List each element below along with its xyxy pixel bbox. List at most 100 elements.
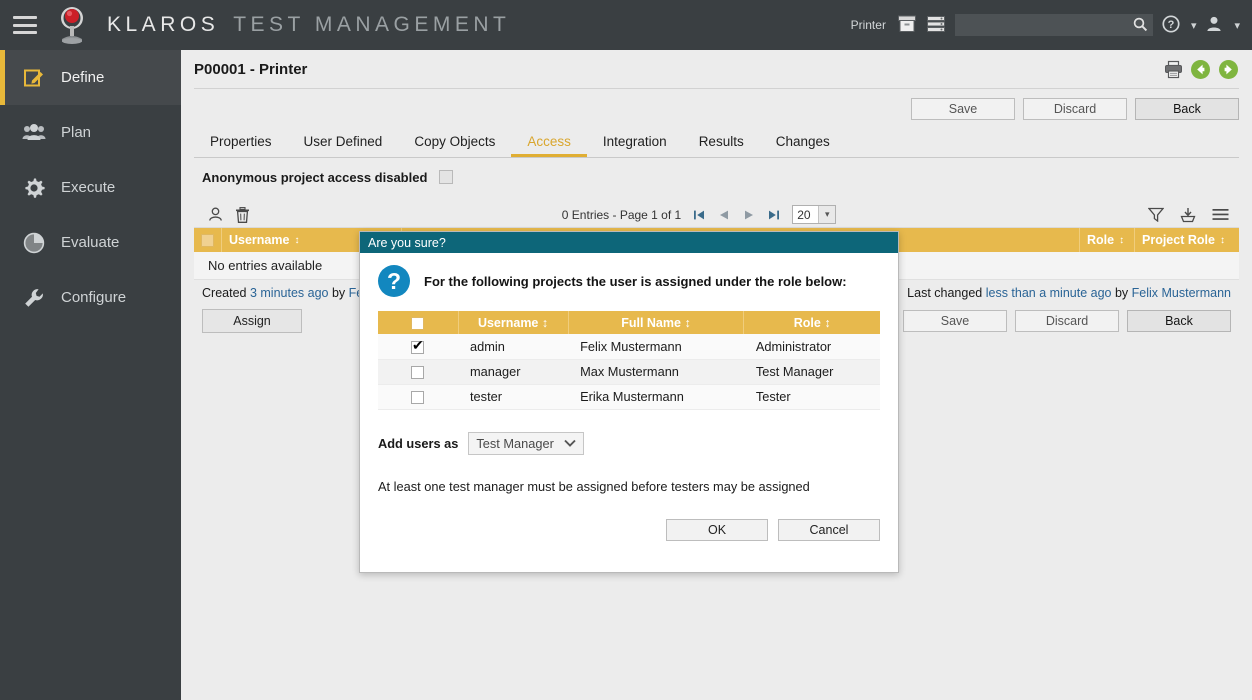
row-username: admin: [458, 334, 569, 360]
dialog-ok-button[interactable]: OK: [666, 518, 768, 541]
sidebar-item-execute[interactable]: Execute: [0, 160, 181, 215]
filter-icon[interactable]: [1148, 207, 1164, 222]
row-checkbox[interactable]: [411, 366, 424, 380]
dialog-column-full-name[interactable]: Full Name ↕: [568, 311, 745, 334]
pager-controls: [693, 209, 780, 221]
tab-copy-objects[interactable]: Copy Objects: [398, 128, 511, 157]
pencil-square-icon: [22, 66, 46, 90]
dialog-cancel-button[interactable]: Cancel: [778, 518, 880, 541]
bottom-save-button[interactable]: Save: [903, 310, 1007, 332]
table-pagination: 0 Entries - Page 1 of 1 20 ▾: [562, 205, 837, 224]
menu-list-icon[interactable]: [1212, 208, 1229, 221]
anonymous-access-label: Anonymous project access disabled: [202, 169, 428, 185]
sidebar-item-plan-label: Plan: [61, 124, 92, 141]
bottom-discard-button[interactable]: Discard: [1015, 310, 1119, 332]
search-box[interactable]: [954, 14, 1153, 36]
next-icon[interactable]: [1218, 59, 1239, 80]
last-page-icon[interactable]: [768, 209, 780, 221]
back-button[interactable]: Back: [1135, 97, 1239, 120]
changed-by[interactable]: Felix Mustermann: [1132, 286, 1231, 300]
tab-access[interactable]: Access: [511, 128, 587, 157]
assign-button[interactable]: Assign: [202, 309, 302, 333]
dialog-column-username[interactable]: Username ↕: [458, 311, 569, 334]
row-full-name: Felix Mustermann: [568, 334, 744, 360]
dialog-column-role[interactable]: Role ↕: [743, 311, 880, 334]
sort-icon: ↕: [541, 315, 549, 330]
help-icon[interactable]: ?: [1162, 15, 1182, 35]
sidebar-item-evaluate[interactable]: Evaluate: [0, 215, 181, 270]
dialog-select-all-header[interactable]: [378, 311, 459, 334]
column-role-label: Role: [1087, 233, 1115, 247]
current-project-label: Printer: [850, 18, 886, 32]
sidebar-item-configure-label: Configure: [61, 289, 127, 306]
sidebar-item-define[interactable]: Define: [0, 50, 181, 105]
trash-icon[interactable]: [235, 206, 250, 223]
table-row[interactable]: admin Felix Mustermann Administrator: [378, 334, 880, 360]
search-icon[interactable]: [1133, 17, 1148, 32]
select-all-checkbox[interactable]: [201, 233, 214, 247]
previous-icon[interactable]: [1190, 59, 1211, 80]
dialog-hint-text: At least one test manager must be assign…: [378, 478, 810, 494]
dialog-user-table: Username ↕ Full Name ↕ Role ↕ ✔ admin Fe…: [378, 311, 880, 410]
tab-changes[interactable]: Changes: [760, 128, 846, 157]
add-users-as-select[interactable]: Test Manager: [468, 431, 584, 455]
table-select-all-header[interactable]: [194, 228, 222, 252]
menu-icon[interactable]: [13, 16, 37, 34]
row-checkbox[interactable]: [411, 391, 424, 405]
user-chevron-down-icon[interactable]: ▾: [1234, 19, 1240, 32]
table-row[interactable]: manager Max Mustermann Test Manager: [378, 359, 880, 385]
row-username: tester: [458, 384, 569, 410]
row-checkbox-cell[interactable]: [378, 334, 458, 360]
anonymous-access-row: Anonymous project access disabled: [194, 158, 1239, 196]
row-checkbox-cell[interactable]: [378, 359, 458, 385]
bottom-back-button[interactable]: Back: [1127, 310, 1231, 332]
page-size-select[interactable]: 20 ▾: [792, 205, 837, 224]
row-full-name: Max Mustermann: [568, 359, 744, 385]
dialog-message: For the following projects the user is a…: [424, 273, 847, 289]
search-input[interactable]: [954, 18, 1153, 32]
dialog-column-full-name-label: Full Name: [621, 315, 681, 330]
column-role[interactable]: Role ↕: [1080, 228, 1135, 252]
page-header-icons: [1164, 59, 1239, 80]
column-project-role[interactable]: Project Role ↕: [1135, 228, 1239, 252]
created-time[interactable]: 3 minutes ago: [250, 286, 329, 300]
sidebar-item-configure[interactable]: Configure: [0, 270, 181, 325]
dialog-title-bar: Are you sure?: [360, 232, 898, 253]
page-title: P00001 - Printer: [194, 60, 308, 78]
first-page-icon[interactable]: [693, 209, 705, 221]
tab-bar: Properties User Defined Copy Objects Acc…: [194, 128, 1239, 158]
table-row[interactable]: tester Erika Mustermann Tester: [378, 384, 880, 410]
dialog-select-all-checkbox[interactable]: [411, 316, 425, 330]
pie-chart-icon: [22, 231, 46, 255]
row-checkbox-cell[interactable]: [378, 384, 458, 410]
dialog-body: ? For the following projects the user is…: [360, 253, 898, 541]
chevron-down-icon[interactable]: [564, 439, 576, 447]
previous-page-icon[interactable]: [718, 209, 730, 221]
export-icon[interactable]: [1180, 207, 1196, 223]
sort-icon: ↕: [294, 234, 300, 246]
next-page-icon[interactable]: [743, 209, 755, 221]
dialog-column-role-label: Role: [793, 315, 821, 330]
user-icon[interactable]: [208, 207, 223, 222]
tab-results[interactable]: Results: [683, 128, 760, 157]
bottom-action-buttons: Save Discard Back: [903, 310, 1231, 332]
changed-time[interactable]: less than a minute ago: [986, 286, 1112, 300]
chevron-down-icon[interactable]: ▾: [818, 206, 836, 223]
print-icon[interactable]: [1164, 60, 1183, 79]
wrench-icon: [22, 286, 46, 310]
question-mark-icon: ?: [378, 265, 410, 297]
user-icon[interactable]: [1205, 15, 1225, 35]
anonymous-access-checkbox[interactable]: [439, 170, 454, 184]
sidebar-item-plan[interactable]: Plan: [0, 105, 181, 160]
changed-by-prefix: by: [1111, 286, 1132, 300]
tab-integration[interactable]: Integration: [587, 128, 683, 157]
server-icon[interactable]: [926, 15, 946, 35]
tab-user-defined[interactable]: User Defined: [288, 128, 399, 157]
tab-properties[interactable]: Properties: [194, 128, 288, 157]
archive-icon[interactable]: [897, 15, 917, 35]
row-checkbox[interactable]: [411, 338, 424, 354]
discard-button[interactable]: Discard: [1023, 97, 1127, 120]
help-chevron-down-icon[interactable]: ▾: [1191, 19, 1197, 32]
svg-text:?: ?: [1168, 19, 1175, 31]
save-button[interactable]: Save: [911, 97, 1015, 120]
